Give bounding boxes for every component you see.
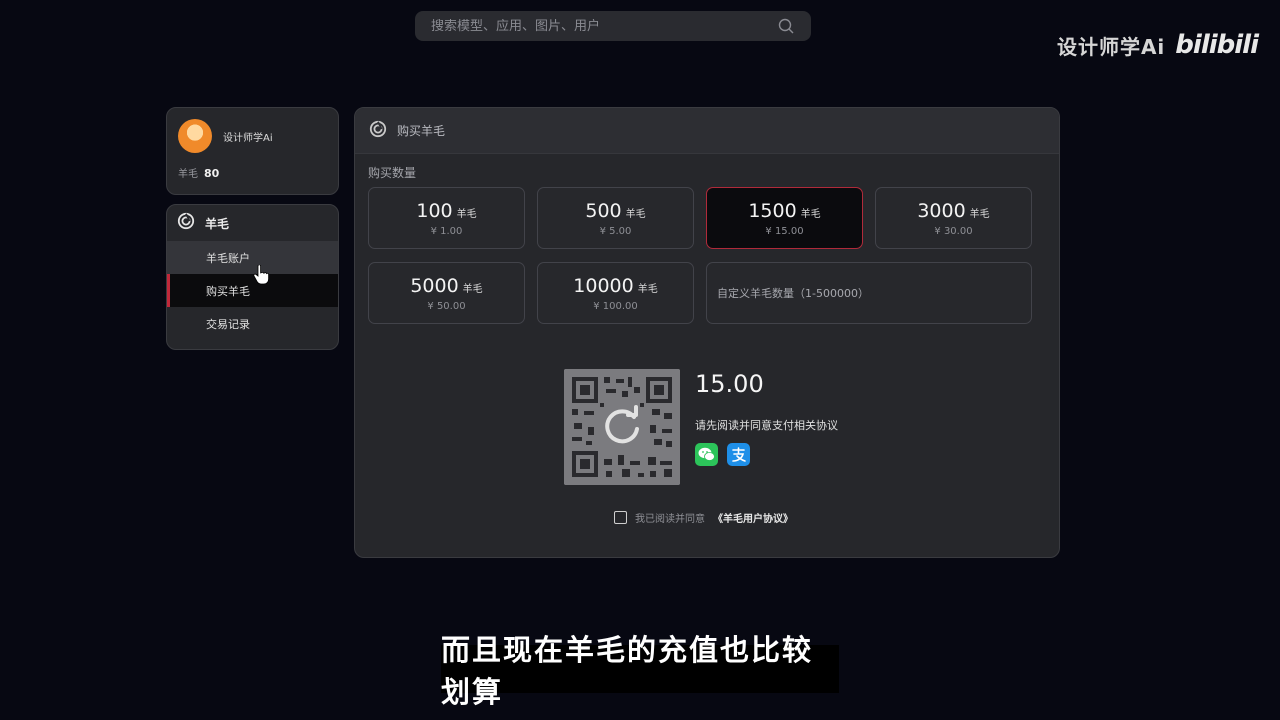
option-price: ¥ 15.00 [765, 225, 804, 237]
option-price: ¥ 50.00 [427, 300, 466, 312]
agreement-text: 我已阅读并同意 [635, 514, 705, 525]
user-card: 设计师学Ai 羊毛 80 [166, 107, 339, 195]
watermark-channel-name: 设计师学Ai [1056, 34, 1166, 59]
option-unit: 羊毛 [800, 208, 821, 220]
agreement-checkbox[interactable] [614, 511, 627, 524]
option-unit: 羊毛 [625, 208, 646, 220]
avatar[interactable] [178, 119, 212, 153]
wool-balance-value: 80 [204, 167, 220, 180]
option-price: ¥ 30.00 [934, 225, 973, 237]
sidebar-item-label: 购买羊毛 [206, 284, 250, 298]
option-amount: 5000 [410, 274, 459, 297]
option-unit: 羊毛 [456, 208, 477, 220]
screen: 设计师学Ai bilibili 设计师学Ai 羊毛 80 羊毛 羊毛账户 购买羊… [0, 0, 1280, 720]
alipay-icon[interactable] [727, 443, 750, 466]
quantity-option-100[interactable]: 100 羊毛 ¥ 1.00 [368, 187, 525, 249]
channel-watermark: 设计师学Ai bilibili [1056, 30, 1259, 60]
bilibili-logo: bilibili [1175, 30, 1259, 60]
search-bar[interactable] [415, 11, 811, 41]
side-menu-header: 羊毛 [167, 205, 338, 241]
spiral-logo-icon [369, 120, 387, 142]
wool-balance: 羊毛 80 [178, 165, 219, 180]
quantity-option-1500[interactable]: 1500 羊毛 ¥ 15.00 [706, 187, 863, 249]
sidebar-item-label: 交易记录 [206, 317, 250, 331]
search-input[interactable] [431, 18, 777, 34]
buy-wool-panel: 购买羊毛 购买数量 100 羊毛 ¥ 1.00 500 羊毛 ¥ 5.00 1500… [354, 107, 1060, 558]
payment-notice: 请先阅读并同意支付相关协议 [695, 419, 838, 432]
user-name: 设计师学Ai [223, 133, 273, 144]
quantity-label: 购买数量 [368, 166, 417, 180]
option-price: ¥ 1.00 [430, 225, 463, 237]
panel-title: 购买羊毛 [397, 124, 446, 138]
agreement-link[interactable]: 《羊毛用户协议》 [713, 510, 793, 525]
spiral-logo-icon [177, 212, 195, 234]
option-price: ¥ 100.00 [593, 300, 638, 312]
quantity-option-5000[interactable]: 5000 羊毛 ¥ 50.00 [368, 262, 525, 324]
quantity-option-10000[interactable]: 10000 羊毛 ¥ 100.00 [537, 262, 694, 324]
payment-amount: 15.00 [695, 370, 764, 398]
quantity-option-500[interactable]: 500 羊毛 ¥ 5.00 [537, 187, 694, 249]
option-unit: 羊毛 [462, 283, 483, 295]
panel-header: 购买羊毛 [355, 108, 1059, 154]
option-unit: 羊毛 [969, 208, 990, 220]
search-icon[interactable] [777, 17, 795, 35]
option-amount: 1500 [748, 199, 797, 222]
option-price: ¥ 5.00 [599, 225, 632, 237]
side-menu-title: 羊毛 [205, 216, 230, 231]
hand-cursor-icon [253, 265, 269, 285]
sidebar-item-transactions[interactable]: 交易记录 [167, 307, 338, 340]
custom-quantity-box[interactable] [706, 262, 1032, 324]
agreement-row: 我已阅读并同意 《羊毛用户协议》 [614, 510, 793, 525]
sidebar-item-label: 羊毛账户 [206, 251, 250, 265]
refresh-icon[interactable] [598, 403, 646, 451]
option-amount: 500 [585, 199, 622, 222]
option-amount: 10000 [573, 274, 634, 297]
quantity-option-3000[interactable]: 3000 羊毛 ¥ 30.00 [875, 187, 1032, 249]
video-subtitle: 而且现在羊毛的充值也比较划算 [441, 633, 839, 709]
wechat-pay-icon[interactable] [695, 443, 718, 466]
option-amount: 3000 [917, 199, 966, 222]
option-unit: 羊毛 [637, 283, 658, 295]
payment-qr-code [564, 369, 680, 485]
custom-quantity-input[interactable] [717, 286, 1017, 300]
option-amount: 100 [416, 199, 453, 222]
payment-methods [695, 443, 750, 466]
wool-balance-label: 羊毛 [178, 169, 198, 180]
